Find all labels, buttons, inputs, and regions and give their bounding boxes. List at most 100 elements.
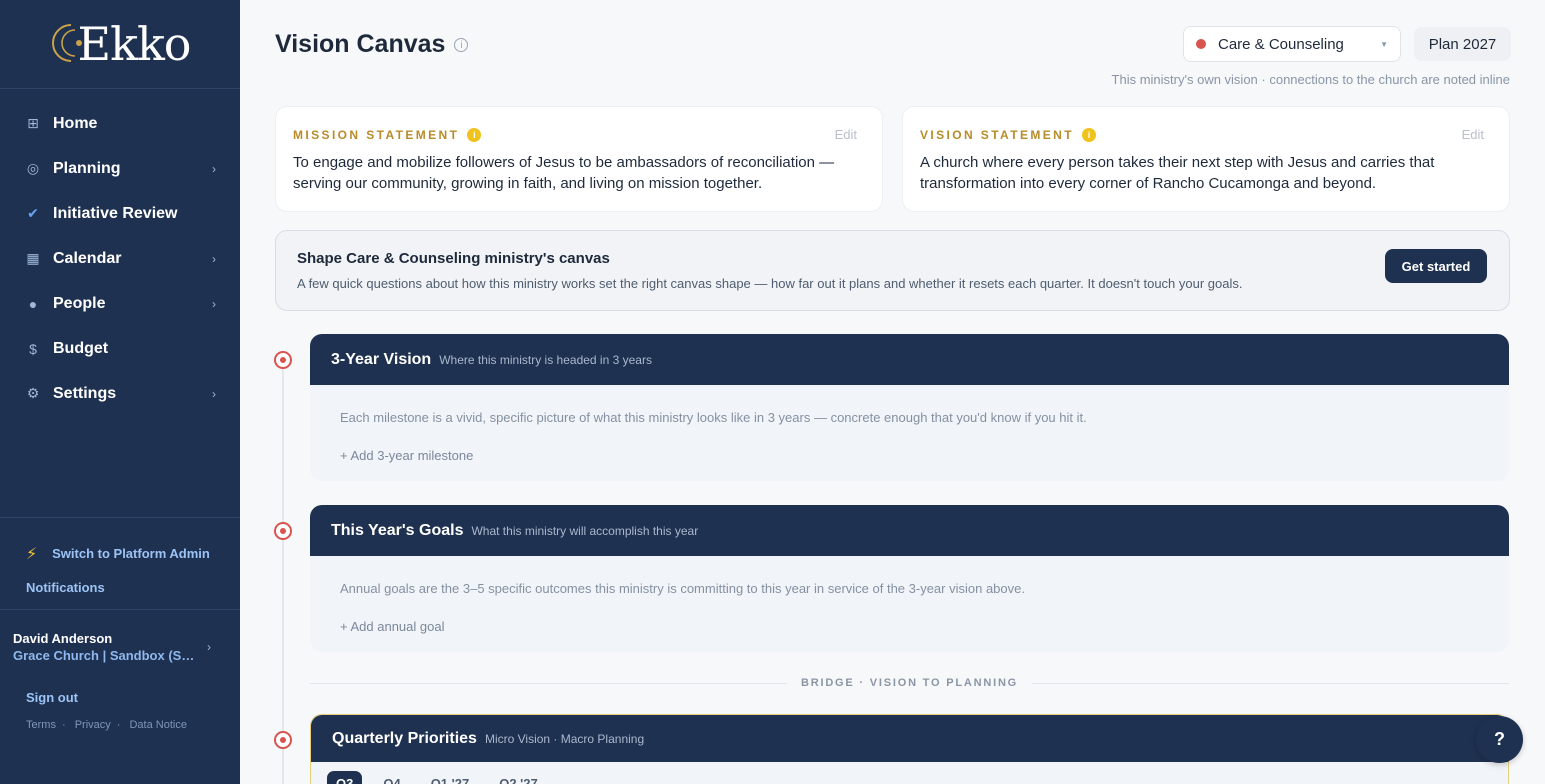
section-description: Annual goals are the 3–5 specific outcom… [340,581,1025,596]
ministry-select-value: Care & Counseling [1218,35,1344,53]
banner-description: A few quick questions about how this min… [297,276,1243,291]
nav-item-planning[interactable]: ◎ Planning › [0,146,240,191]
brand-name: Ekko [77,17,191,71]
user-menu[interactable]: David Anderson Grace Church | Sandbox (S… [0,609,240,664]
nav-label: Home [53,114,98,132]
banner-title: Shape Care & Counseling ministry's canva… [297,250,610,267]
info-icon[interactable]: i [454,37,469,52]
quarter-tabs: Q3 Q4 Q1 '27 Q2 '27 [311,762,1508,784]
sidebar: Ekko ⊞ Home ◎ Planning › ✔ Initiative Re… [0,0,240,784]
divider-line [1032,682,1510,684]
section-subtitle: Where this ministry is headed in 3 years [439,352,652,367]
card-header: VISION STATEMENT i Edit [920,127,1492,142]
terms-link[interactable]: Terms [26,719,56,731]
info-icon[interactable]: i [1081,127,1096,142]
section-header: 3-Year Vision Where this ministry is hea… [310,334,1509,385]
person-icon: ● [28,295,38,312]
chevron-down-icon: ▼ [1380,39,1388,49]
nav-item-settings[interactable]: ⚙ Settings › [0,371,240,416]
check-icon: ✔ [27,205,39,221]
card-caption: MISSION STATEMENT [293,127,460,142]
plan-selector[interactable]: Plan 2027 [1414,27,1511,61]
chevron-right-icon: › [212,251,216,266]
chevron-right-icon: › [207,640,211,654]
edit-vision-button[interactable]: Edit [1462,127,1492,142]
info-icon[interactable]: i [467,127,482,142]
section-title: This Year's Goals [331,521,464,539]
user-name: David Anderson [13,631,113,646]
switch-platform-admin-button[interactable]: ⚡ Switch to Platform Admin [0,518,240,564]
vision-statement-card: VISION STATEMENT i Edit A church where e… [902,106,1510,212]
separator: · [116,719,121,731]
tab-q2-27[interactable]: Q2 '27 [490,771,547,784]
nav-label: Planning [53,159,121,177]
get-started-button[interactable]: Get started [1385,249,1487,283]
bridge-label: BRIDGE · VISION TO PLANNING [800,677,1019,689]
sign-out-link[interactable]: Sign out [0,664,240,705]
bridge-divider: BRIDGE · VISION TO PLANNING [310,676,1510,690]
divider-line [310,682,787,684]
separator: · [61,719,66,731]
section-description: Each milestone is a vivid, specific pict… [340,410,1087,425]
add-goal-button[interactable]: + Add annual goal [310,596,1509,634]
privacy-link[interactable]: Privacy [75,719,111,731]
card-caption: VISION STATEMENT [920,127,1074,142]
switch-label: Switch to Platform Admin [52,546,210,561]
calendar-icon: ▦ [26,250,40,266]
section-header: Quarterly Priorities Micro Vision · Macr… [311,715,1508,762]
annual-goals-section: This Year's Goals What this ministry wil… [310,505,1509,652]
chevron-right-icon: › [212,296,216,311]
nav-item-initiative-review[interactable]: ✔ Initiative Review [0,191,240,236]
mission-statement-card: MISSION STATEMENT i Edit To engage and m… [275,106,883,212]
dollar-icon: $ [29,340,37,357]
card-header: MISSION STATEMENT i Edit [293,127,865,142]
nav-label: Settings [53,384,117,402]
notifications-link[interactable]: Notifications [0,564,240,609]
tab-q1-27[interactable]: Q1 '27 [422,771,479,784]
vision-text: A church where every person takes their … [920,154,1435,192]
nav-item-calendar[interactable]: ▦ Calendar › [0,236,240,281]
user-info: David Anderson Grace Church | Sandbox (S… [13,630,207,664]
timeline-target-icon [274,351,292,369]
legal-links: Terms · Privacy · Data Notice [0,705,240,731]
section-subtitle: What this ministry will accomplish this … [471,523,699,538]
timeline-target-icon [274,522,292,540]
timeline-target-icon [274,731,292,749]
add-milestone-button[interactable]: + Add 3-year milestone [310,425,1509,463]
logo-area: Ekko [0,0,240,89]
ministry-color-dot [1196,39,1206,49]
tab-q3[interactable]: Q3 [327,771,363,784]
ministry-subnote: This ministry's own vision · connections… [1111,72,1510,87]
brand-logo[interactable]: Ekko [49,17,192,71]
gear-icon: ⚙ [26,385,40,401]
main-nav: ⊞ Home ◎ Planning › ✔ Initiative Review … [0,89,240,416]
tab-q4[interactable]: Q4 [374,771,409,784]
logo-rings-icon [52,24,83,62]
section-title: Quarterly Priorities [332,729,477,747]
help-button[interactable]: ? [1476,716,1523,763]
section-title: 3-Year Vision [331,350,432,368]
section-header: This Year's Goals What this ministry wil… [310,505,1509,556]
data-notice-link[interactable]: Data Notice [129,719,186,731]
section-subtitle: Micro Vision · Macro Planning [484,731,645,746]
nav-label: Budget [53,339,109,357]
nav-label: Initiative Review [53,204,178,222]
nav-item-home[interactable]: ⊞ Home [0,101,240,146]
lightning-icon: ⚡ [26,546,38,563]
sidebar-footer: ⚡ Switch to Platform Admin Notifications… [0,517,240,731]
page-title: Vision Canvas i [275,30,469,59]
nav-label: Calendar [53,249,122,267]
user-org: Grace Church | Sandbox (Si... [13,648,195,663]
chevron-right-icon: › [212,161,216,176]
edit-mission-button[interactable]: Edit [835,127,865,142]
grid-icon: ⊞ [27,115,39,131]
page-title-text: Vision Canvas [275,30,446,58]
ministry-select[interactable]: Care & Counseling ▼ [1183,26,1401,62]
nav-label: People [53,294,106,312]
main-content: Vision Canvas i Care & Counseling ▼ Plan… [240,0,1545,784]
nav-item-people[interactable]: ● People › [0,281,240,326]
timeline-line [282,360,284,784]
nav-item-budget[interactable]: $ Budget [0,326,240,371]
quarterly-priorities-section: Quarterly Priorities Micro Vision · Macr… [310,714,1509,784]
target-icon: ◎ [26,160,40,176]
